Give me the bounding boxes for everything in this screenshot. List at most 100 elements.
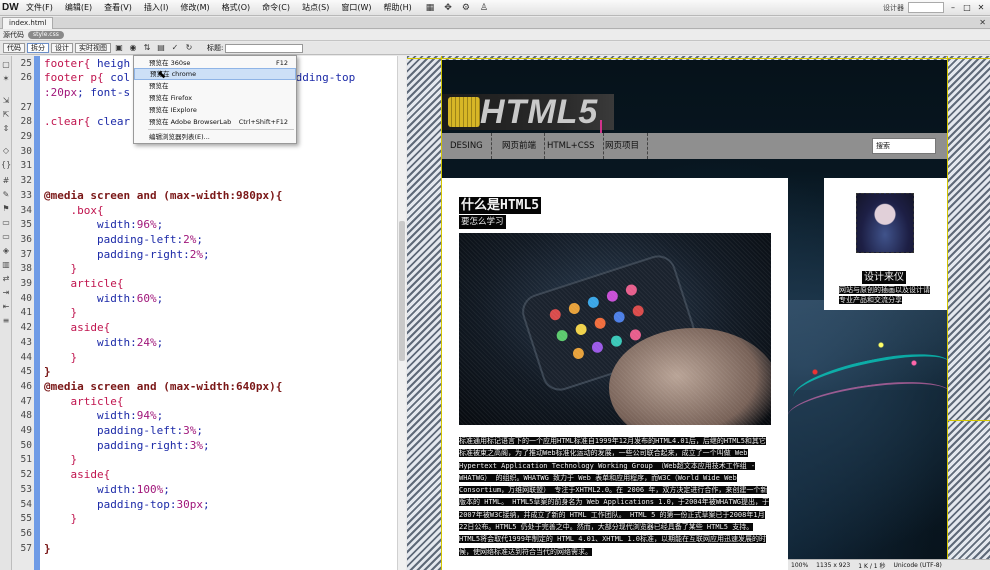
menu-item-preview-firefox[interactable]: 预览在 Firefox	[134, 92, 296, 104]
remove-comment-icon[interactable]: ▭	[1, 232, 11, 242]
page-preview[interactable]: HTML5 DESING 网页前端 HTML+CSS 网页项目 搜索 什么是HT…	[442, 60, 947, 570]
move-css-icon[interactable]: ⇄	[1, 274, 11, 284]
guide-line	[947, 420, 990, 421]
line-numbers-icon[interactable]: #	[1, 176, 11, 186]
indent-icon[interactable]: ⇥	[1, 288, 11, 298]
code-line[interactable]: }	[44, 542, 51, 557]
menu-modify[interactable]: 修改(M)	[174, 0, 215, 16]
menu-window[interactable]: 窗口(W)	[335, 0, 377, 16]
code-line[interactable]: padding-top:30px;	[44, 498, 210, 513]
menu-item-preview[interactable]: 预览在	[134, 80, 296, 92]
code-line[interactable]: @media screen and (max-width:980px){	[44, 189, 282, 204]
source-code-link[interactable]: 源代码	[3, 30, 24, 40]
balance-braces-icon[interactable]: {}	[1, 160, 11, 170]
related-file-style-css[interactable]: style.css	[28, 31, 64, 39]
code-line[interactable]: article{	[44, 395, 123, 410]
format-source-icon[interactable]: ≡	[1, 316, 11, 326]
title-input[interactable]	[225, 43, 304, 53]
collapse-tag-icon[interactable]: ⇲	[1, 96, 11, 106]
code-line[interactable]: width:94%;	[44, 409, 163, 424]
nav-item-web-frontend[interactable]: 网页前端	[494, 133, 546, 159]
code-scrollbar-thumb[interactable]	[399, 221, 405, 361]
layout-icon[interactable]: ▦	[426, 3, 435, 13]
code-line[interactable]: padding-right:2%;	[44, 248, 210, 263]
multiscreen-icon[interactable]: ▣	[113, 43, 125, 53]
highlight-invalid-icon[interactable]: ✎	[1, 190, 11, 200]
menu-help[interactable]: 帮助(H)	[377, 0, 417, 16]
code-line[interactable]: }	[44, 365, 51, 380]
code-line[interactable]: aside{	[44, 321, 110, 336]
syntax-error-icon[interactable]: ⚑	[1, 204, 11, 214]
code-line[interactable]: article{	[44, 277, 123, 292]
code-scrollbar[interactable]	[397, 56, 406, 570]
code-line[interactable]: }	[44, 512, 77, 527]
design-view-button[interactable]: 设计	[51, 43, 73, 53]
code-line[interactable]: }	[44, 453, 77, 468]
site-icon[interactable]: ⚙	[462, 3, 470, 13]
code-line[interactable]: aside{	[44, 468, 110, 483]
code-line[interactable]: width:24%;	[44, 336, 163, 351]
code-line[interactable]: width:100%;	[44, 483, 170, 498]
recent-snippets-icon[interactable]: ▥	[1, 260, 11, 270]
maximize-icon[interactable]: □	[962, 3, 972, 13]
code-line[interactable]: }	[44, 306, 77, 321]
code-line[interactable]: width:60%;	[44, 292, 163, 307]
nav-item-desing[interactable]: DESING	[442, 133, 492, 159]
open-documents-icon[interactable]: ▢	[1, 60, 11, 70]
split-view-button[interactable]: 拆分	[27, 43, 49, 53]
collapse-selection-icon[interactable]: ⇱	[1, 110, 11, 120]
code-line[interactable]: padding-right:3%;	[44, 439, 210, 454]
menu-item-preview-browserlab[interactable]: 预览在 Adobe BrowserLab Ctrl+Shift+F12	[134, 116, 296, 128]
menu-insert[interactable]: 插入(I)	[138, 0, 175, 16]
code-line[interactable]: }	[44, 351, 77, 366]
extend-icon[interactable]: ✥	[444, 3, 452, 13]
menu-item-edit-browser-list[interactable]: 编辑浏览器列表(E)...	[134, 131, 296, 143]
help-search-input[interactable]	[908, 2, 944, 13]
visual-aids-icon[interactable]: ▤	[155, 43, 167, 53]
workspace-label[interactable]: 设计器	[883, 3, 904, 13]
validate-icon[interactable]: ✓	[169, 43, 181, 53]
tab-index-html[interactable]: index.html	[2, 17, 54, 29]
nav-item-web-project[interactable]: 网页项目	[597, 133, 649, 159]
nav-item-html-css[interactable]: HTML+CSS	[539, 133, 604, 159]
line-number: 38	[20, 263, 32, 275]
close-document-icon[interactable]: ✕	[979, 17, 986, 29]
code-line[interactable]: padding-left:3%;	[44, 424, 203, 439]
code-token: 94%	[136, 409, 157, 423]
code-line[interactable]: :20px; font-s	[44, 86, 130, 101]
wrap-tag-icon[interactable]: ◈	[1, 246, 11, 256]
user-icon[interactable]: ♙	[480, 3, 488, 13]
minimize-icon[interactable]: –	[948, 3, 958, 13]
zoom-level[interactable]: 100%	[791, 562, 808, 569]
menu-file[interactable]: 文件(F)	[20, 0, 59, 16]
window-size[interactable]: 1135 x 923	[816, 562, 850, 569]
code-line[interactable]: @media screen and (max-width:640px){	[44, 380, 282, 395]
expand-all-icon[interactable]: ⇕	[1, 124, 11, 134]
site-logo[interactable]: HTML5	[442, 94, 614, 130]
menu-commands[interactable]: 命令(C)	[256, 0, 296, 16]
select-parent-tag-icon[interactable]: ◇	[1, 146, 11, 156]
menu-item-preview-iexplore[interactable]: 预览在 IExplore	[134, 104, 296, 116]
site-search-input[interactable]: 搜索	[872, 138, 936, 154]
code-line[interactable]: .clear{ clear	[44, 115, 130, 130]
document-toolbar: 代码 拆分 设计 实时视图 ▣ ◉ ⇅ ▤ ✓ ↻ 标题:	[0, 42, 990, 55]
code-line[interactable]: }	[44, 262, 77, 277]
avatar[interactable]	[856, 193, 914, 253]
code-line[interactable]: footer{ heigh	[44, 57, 130, 72]
preview-browser-icon[interactable]: ◉	[127, 43, 139, 53]
close-icon[interactable]: ✕	[976, 3, 986, 13]
file-management-icon[interactable]: ⇅	[141, 43, 153, 53]
menu-format[interactable]: 格式(O)	[216, 0, 257, 16]
menu-edit[interactable]: 编辑(E)	[59, 0, 98, 16]
code-view-button[interactable]: 代码	[3, 43, 25, 53]
code-line[interactable]: padding-left:2%;	[44, 233, 203, 248]
menu-view[interactable]: 查看(V)	[98, 0, 138, 16]
apply-comment-icon[interactable]: ▭	[1, 218, 11, 228]
refresh-icon[interactable]: ↻	[183, 43, 195, 53]
outdent-icon[interactable]: ⇤	[1, 302, 11, 312]
show-code-navigator-icon[interactable]: ✶	[1, 74, 11, 84]
code-line[interactable]: .box{	[44, 204, 103, 219]
live-view-button[interactable]: 实时视图	[75, 43, 111, 53]
menu-site[interactable]: 站点(S)	[296, 0, 335, 16]
code-line[interactable]: width:96%;	[44, 218, 163, 233]
